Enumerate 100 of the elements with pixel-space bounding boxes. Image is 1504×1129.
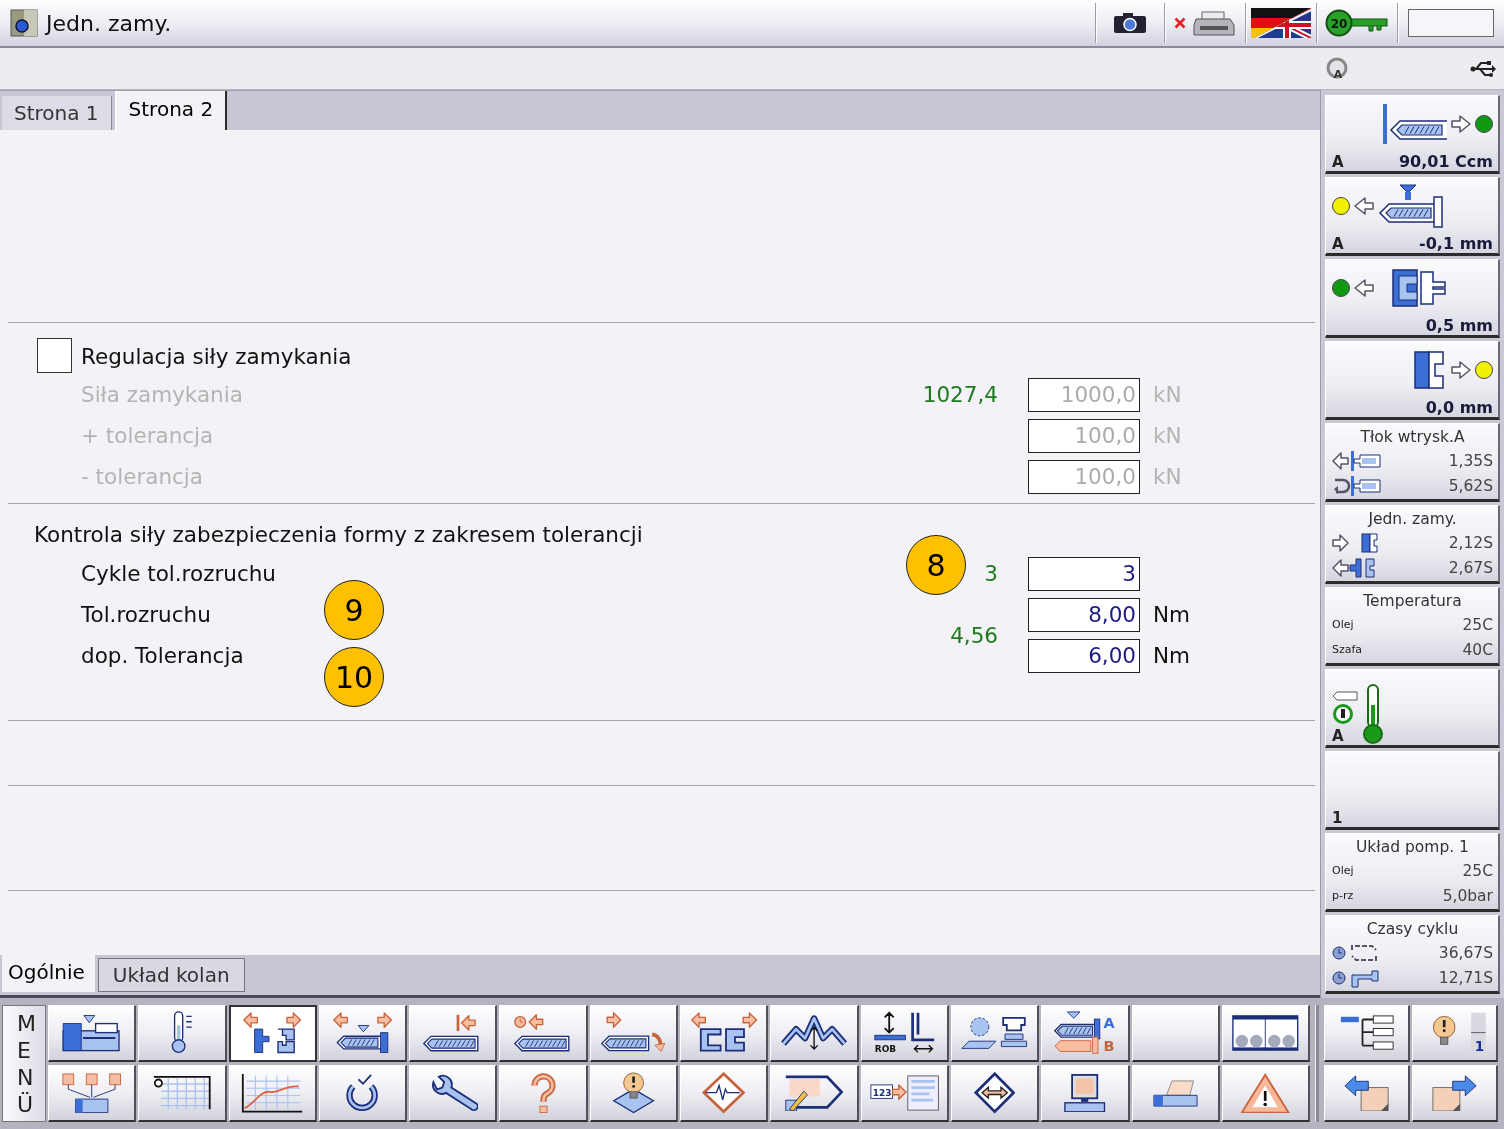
- application-icon: [10, 9, 38, 37]
- zigzag-arrows-icon: [778, 1013, 850, 1053]
- icon-caption: A: [1102, 1015, 1115, 1032]
- arrow-right-icon: [1450, 114, 1472, 133]
- toolbar-button[interactable]: 123: [860, 1065, 949, 1122]
- arrow-box-left-icon: [1344, 1074, 1390, 1112]
- value-field[interactable]: 6,00: [1028, 638, 1140, 673]
- status-tile[interactable]: 0,0 mm: [1325, 341, 1500, 420]
- thermometer-icon: [170, 1011, 194, 1055]
- field-label: + tolerancja: [81, 423, 214, 448]
- status-tile[interactable]: 0,5 mm: [1325, 259, 1500, 338]
- reading-tile[interactable]: Układ pomp. 1 Olej 25C p-rz 5,0bar: [1325, 833, 1500, 912]
- field-label: Tol.rozruchu: [81, 602, 211, 627]
- toolbar-button[interactable]: [228, 1005, 317, 1062]
- data-entry-icon: [870, 1075, 939, 1111]
- toolbar-button[interactable]: A B: [1041, 1005, 1130, 1062]
- arrow-box-right-icon: [1432, 1074, 1478, 1112]
- mode-icon: [1326, 57, 1348, 78]
- tree-list-icon: [1339, 1015, 1394, 1051]
- checkbox[interactable]: [37, 338, 72, 373]
- injection-unit-icon: [331, 1011, 394, 1055]
- value-readout: -0,1 mm: [1419, 234, 1493, 253]
- piston-rotate-icon: [1332, 474, 1382, 497]
- paper-tray-icon: [1152, 1079, 1198, 1107]
- screw-rotation-icon: [600, 1011, 667, 1055]
- icon-caption: 1: [1474, 1037, 1484, 1054]
- timing-tile[interactable]: Tłok wtrysk.A 1,35S 5,62S: [1325, 423, 1500, 502]
- tab[interactable]: Strona 2: [114, 91, 228, 130]
- robot-axis-icon: [874, 1011, 936, 1054]
- arrow-left-icon: [1353, 278, 1375, 297]
- value-field[interactable]: 3: [1028, 556, 1140, 591]
- channel-label: 1: [1332, 809, 1343, 827]
- value-field[interactable]: 8,00: [1028, 597, 1140, 632]
- unit-label: Nm: [1153, 643, 1191, 668]
- value-readout: 90,01 Ccm: [1398, 152, 1493, 171]
- mold-icon: [1391, 267, 1447, 308]
- rotary-table-icon: [960, 1015, 1029, 1051]
- tile-title: Jedn. zamy.: [1368, 509, 1457, 530]
- field-label: dop. Tolerancja: [81, 643, 244, 668]
- tab[interactable]: Układ kolan: [97, 958, 245, 992]
- refresh-icon: [345, 1072, 380, 1114]
- field-label: - tolerancja: [81, 464, 203, 489]
- key-icon: [1325, 9, 1388, 37]
- checkbox-label: Regulacja siły zamykania: [81, 343, 352, 369]
- chart-icon: [240, 1072, 304, 1114]
- mold-half-icon: [1413, 349, 1447, 390]
- tab[interactable]: Ogólnie: [2, 955, 95, 992]
- time-value: 12,71S: [1438, 968, 1493, 987]
- callout-marker: 9: [324, 580, 384, 640]
- field-label: Siła zamykania: [81, 382, 243, 407]
- menu-button[interactable]: MENÜ: [2, 1005, 46, 1122]
- value-readout: 0,5 mm: [1425, 316, 1493, 335]
- time-value: 1,35S: [1448, 451, 1493, 470]
- window-title: Jedn. zamy.: [46, 10, 173, 36]
- reading-tile[interactable]: Temperatura Olej 25C Szafa 40C: [1325, 587, 1500, 666]
- tile-title: Temperatura: [1363, 591, 1462, 612]
- camera-icon: [1113, 12, 1147, 34]
- hierarchy-icon: [61, 1072, 122, 1114]
- waveform-diamond-icon: [702, 1072, 746, 1114]
- channel-label: A: [1332, 727, 1344, 745]
- actual-value: 3: [984, 561, 998, 586]
- status-tile[interactable]: 1: [1325, 751, 1500, 830]
- timing-tile[interactable]: Czasy cyklu 36,67S 12,71S: [1325, 915, 1500, 994]
- reading-value: 5,0bar: [1442, 886, 1493, 905]
- reading-value: 40C: [1462, 640, 1493, 659]
- injection-cylinder-icon: [1381, 101, 1447, 146]
- exchange-diamond-icon: [973, 1072, 1016, 1114]
- status-tile[interactable]: A: [1325, 669, 1500, 748]
- toolbar-button[interactable]: 1: [1412, 1005, 1499, 1062]
- icon-caption: B: [1102, 1038, 1114, 1055]
- printer-icon: [1192, 10, 1236, 36]
- unit-label: kN: [1153, 423, 1182, 448]
- mold-arrows-icon: [242, 1012, 304, 1055]
- status-tile[interactable]: A -0,1 mm: [1325, 177, 1500, 256]
- reading-value: 25C: [1462, 861, 1493, 880]
- reading-value: 25C: [1462, 615, 1493, 634]
- actual-value: 1027,4: [922, 382, 998, 407]
- lightbulb-icon: [1432, 1015, 1456, 1045]
- unit-label: kN: [1153, 464, 1182, 489]
- unit-label: kN: [1153, 382, 1182, 407]
- pencil-chevron-icon: [784, 1074, 844, 1112]
- status-tile[interactable]: A 90,01 Ccm: [1325, 95, 1500, 174]
- callout-marker: 8: [906, 535, 966, 595]
- mode-label: A: [1333, 67, 1343, 81]
- lightbulb-icon: [611, 1072, 655, 1114]
- channel-label: A: [1332, 153, 1344, 171]
- computer-icon: [1064, 1073, 1106, 1113]
- tag-icon: [1332, 691, 1358, 701]
- tab[interactable]: Strona 1: [2, 96, 112, 130]
- timing-tile[interactable]: Jedn. zamy. 2,12S 2,67S: [1325, 505, 1500, 584]
- grid-icon: [152, 1075, 212, 1111]
- time-value: 2,67S: [1448, 558, 1493, 577]
- injection-ab-icon: [1053, 1011, 1100, 1055]
- help-icon: [529, 1071, 557, 1115]
- tile-title: Czasy cyklu: [1366, 919, 1459, 940]
- icon-caption: ROB: [874, 1044, 897, 1055]
- time-value: 5,62S: [1448, 476, 1493, 495]
- toolbar-button[interactable]: ROB: [860, 1005, 949, 1062]
- callout-marker: 10: [324, 647, 384, 707]
- thermometer-icon: [1360, 683, 1386, 745]
